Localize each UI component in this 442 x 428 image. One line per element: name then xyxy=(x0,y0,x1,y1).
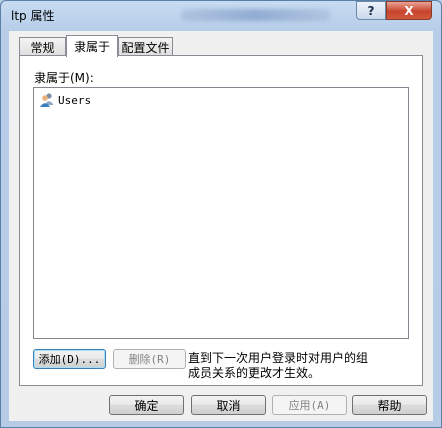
blurred-title-text xyxy=(181,9,331,21)
question-icon: ? xyxy=(367,3,375,18)
apply-button[interactable]: 应用(A) xyxy=(272,395,347,415)
list-item-label: Users xyxy=(58,93,92,107)
member-of-panel: 隶属于(M): Users 添加(D)... 删除(R) 直到下一次用户登录时对… xyxy=(19,55,423,386)
ok-button[interactable]: 确定 xyxy=(109,395,184,415)
change-notice-text: 直到下一次用户登录时对用户的组成员关系的更改才生效。 xyxy=(188,351,369,380)
title-bar[interactable]: ltp 属性 ? X xyxy=(1,1,441,31)
cancel-button[interactable]: 取消 xyxy=(191,395,266,415)
help-caption-button[interactable]: ? xyxy=(356,1,386,20)
add-button[interactable]: 添加(D)... xyxy=(33,349,106,369)
dialog-client-area: 常规 隶属于 配置文件 隶属于(M): Users 添加(D)... 删除(R)… xyxy=(9,31,433,421)
tab-general[interactable]: 常规 xyxy=(19,37,66,56)
user-group-icon xyxy=(40,93,54,107)
close-icon: X xyxy=(404,3,414,18)
member-of-list[interactable]: Users xyxy=(33,87,409,339)
remove-button[interactable]: 删除(R) xyxy=(113,349,186,369)
window-title: ltp 属性 xyxy=(11,9,55,23)
properties-dialog: ltp 属性 ? X 常规 隶属于 配置文件 隶属于(M): Users 添加(… xyxy=(0,0,442,428)
close-button[interactable]: X xyxy=(386,1,432,20)
list-item[interactable]: Users xyxy=(39,92,91,108)
tab-member-of[interactable]: 隶属于 xyxy=(66,35,118,57)
tab-profile[interactable]: 配置文件 xyxy=(118,37,173,56)
member-of-label: 隶属于(M): xyxy=(34,71,94,85)
help-button[interactable]: 帮助 xyxy=(352,395,427,415)
